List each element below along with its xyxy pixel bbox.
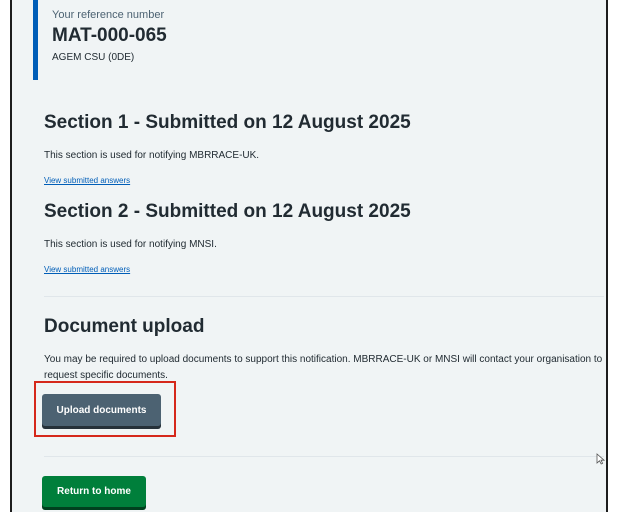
- section-divider: [44, 296, 604, 297]
- reference-panel: Your reference number MAT-000-065 AGEM C…: [33, 0, 193, 80]
- section-1-description: This section is used for notifying MBRRA…: [44, 150, 260, 161]
- section-2-view-answers-link[interactable]: View submitted answers: [44, 265, 130, 274]
- section-2-heading: Section 2 - Submitted on 12 August 2025: [44, 201, 411, 222]
- footer-divider: [44, 456, 604, 457]
- section-2-description: This section is used for notifying MNSI.: [44, 239, 217, 250]
- reference-organisation: AGEM CSU (0DE): [52, 52, 135, 63]
- document-upload-heading: Document upload: [44, 316, 205, 337]
- document-upload-description: You may be required to upload documents …: [44, 354, 603, 381]
- reference-caption: Your reference number: [52, 9, 165, 21]
- mouse-cursor-icon: [596, 453, 605, 465]
- return-to-home-button[interactable]: Return to home: [42, 476, 146, 507]
- section-1-view-answers-link[interactable]: View submitted answers: [44, 176, 130, 185]
- section-1-heading: Section 1 - Submitted on 12 August 2025: [44, 112, 411, 133]
- upload-documents-button[interactable]: Upload documents: [42, 394, 161, 426]
- reference-number: MAT-000-065: [52, 25, 167, 46]
